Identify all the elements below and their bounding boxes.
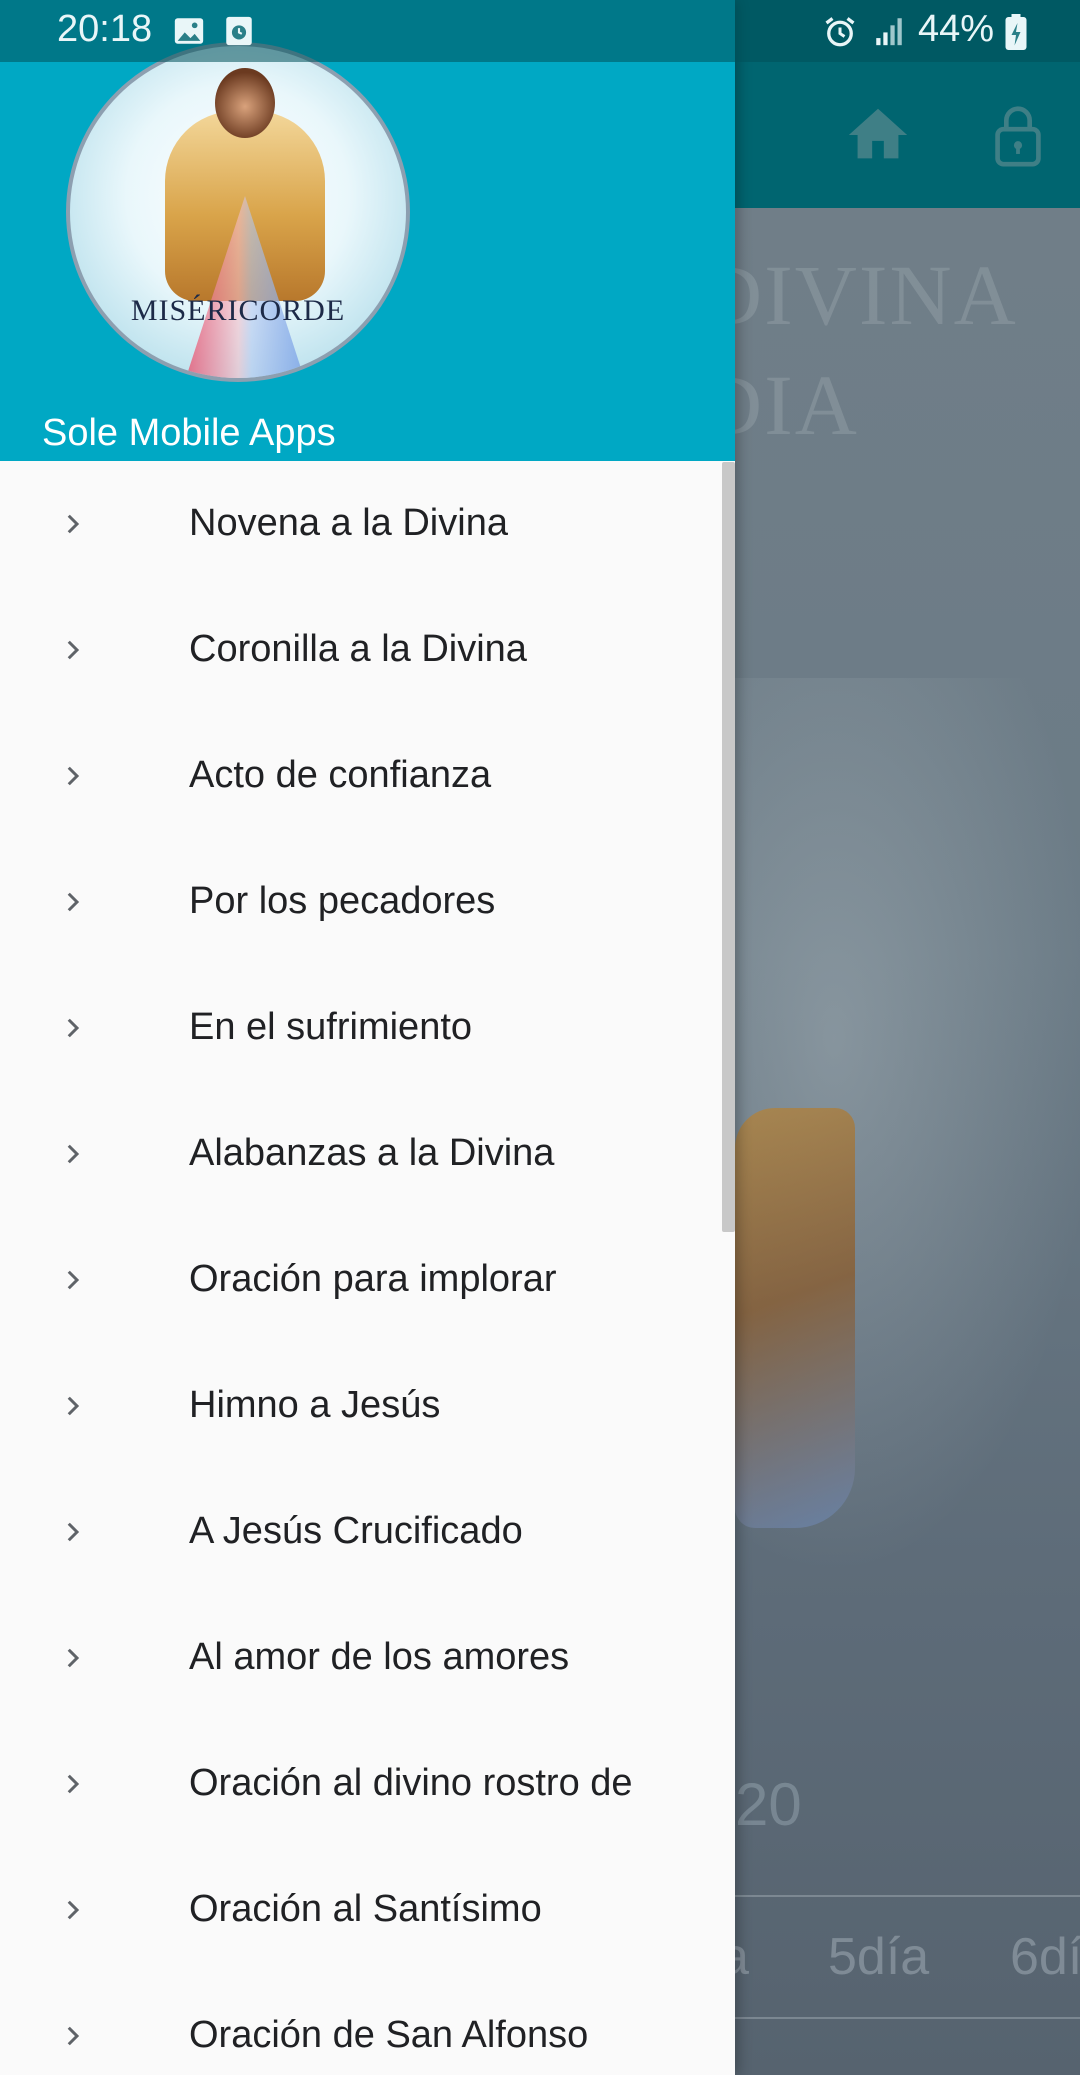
background-robe [735,1108,855,1528]
drawer-menu: Novena a la Divina Coronilla a la Divina… [0,461,735,2075]
chevron-right-icon [67,1144,80,1164]
media-icon [226,16,252,46]
home-icon[interactable] [843,100,913,170]
drawer-header: MISÉRICORDE Sole Mobile Apps [0,0,735,461]
menu-item-divino-rostro[interactable]: Oración al divino rostro de [0,1721,735,1847]
menu-item-label: Oración para implorar [189,1258,557,1300]
menu-item-pecadores[interactable]: Por los pecadores [0,839,735,965]
alarm-icon [825,17,855,47]
battery-icon [1005,14,1027,50]
menu-item-novena[interactable]: Novena a la Divina [0,461,735,587]
chevron-right-icon [67,1648,80,1668]
menu-item-label: Oración al Santísimo [189,1888,542,1930]
menu-item-label: Coronilla a la Divina [189,628,527,670]
menu-item-label: Por los pecadores [189,880,496,922]
menu-item-label: Oración al divino rostro de [189,1762,633,1804]
background-title-line-2: DIA [700,357,859,453]
chevron-right-icon [67,1774,80,1794]
chevron-right-icon [67,1396,80,1416]
chevron-right-icon [67,892,80,912]
menu-item-label: Acto de confianza [189,754,492,796]
menu-item-alabanzas[interactable]: Alabanzas a la Divina [0,1091,735,1217]
menu-item-label: Al amor de los amores [189,1636,570,1678]
menu-item-label: En el sufrimiento [189,1006,473,1048]
drawer-subtitle: Sole Mobile Apps [42,412,336,454]
status-bar: 20:18 44% [0,0,1080,62]
menu-item-label: Alabanzas a la Divina [189,1132,555,1174]
menu-item-label: A Jesús Crucificado [189,1510,523,1552]
chevron-right-icon [67,2026,80,2046]
background-year: 20 [735,1771,802,1838]
menu-item-sufrimiento[interactable]: En el sufrimiento [0,965,735,1091]
menu-item-implorar[interactable]: Oración para implorar [0,1217,735,1343]
menu-item-crucificado[interactable]: A Jesús Crucificado [0,1469,735,1595]
menu-item-label: Himno a Jesús [189,1384,441,1426]
day-tabs: a 5día 6dí [720,1895,1080,2019]
lock-icon[interactable] [983,100,1053,170]
status-time: 20:18 [57,8,153,50]
menu-item-amor-amores[interactable]: Al amor de los amores [0,1595,735,1721]
menu-item-san-alfonso[interactable]: Oración de San Alfonso [0,1973,735,2075]
battery-percentage: 44% [918,8,995,50]
menu-item-santisimo[interactable]: Oración al Santísimo [0,1847,735,1973]
navigation-drawer: MISÉRICORDE Sole Mobile Apps Novena a la… [0,0,735,2075]
menu-item-label: Oración de San Alfonso [189,2014,589,2056]
chevron-right-icon [67,1522,80,1542]
menu-item-coronilla[interactable]: Coronilla a la Divina [0,587,735,713]
app-logo: MISÉRICORDE [66,42,410,382]
chevron-right-icon [67,1270,80,1290]
menu-item-label: Novena a la Divina [189,502,508,544]
menu-item-himno[interactable]: Himno a Jesús [0,1343,735,1469]
menu-item-acto-confianza[interactable]: Acto de confianza [0,713,735,839]
chevron-right-icon [67,640,80,660]
image-icon [174,18,204,44]
tab-day-6[interactable]: 6dí [1010,1927,1080,1987]
signal-icon [876,18,902,46]
chevron-right-icon [67,1900,80,1920]
background-title-line-1: DIVINA [700,247,1018,343]
tab-day-5[interactable]: 5día [828,1927,929,1987]
chevron-right-icon [67,514,80,534]
drawer-scrollbar[interactable] [722,462,735,1232]
logo-text: MISÉRICORDE [130,294,346,327]
background-title: DIVINA DIA [700,240,1018,460]
chevron-right-icon [67,766,80,786]
logo-head [215,68,275,138]
chevron-right-icon [67,1018,80,1038]
